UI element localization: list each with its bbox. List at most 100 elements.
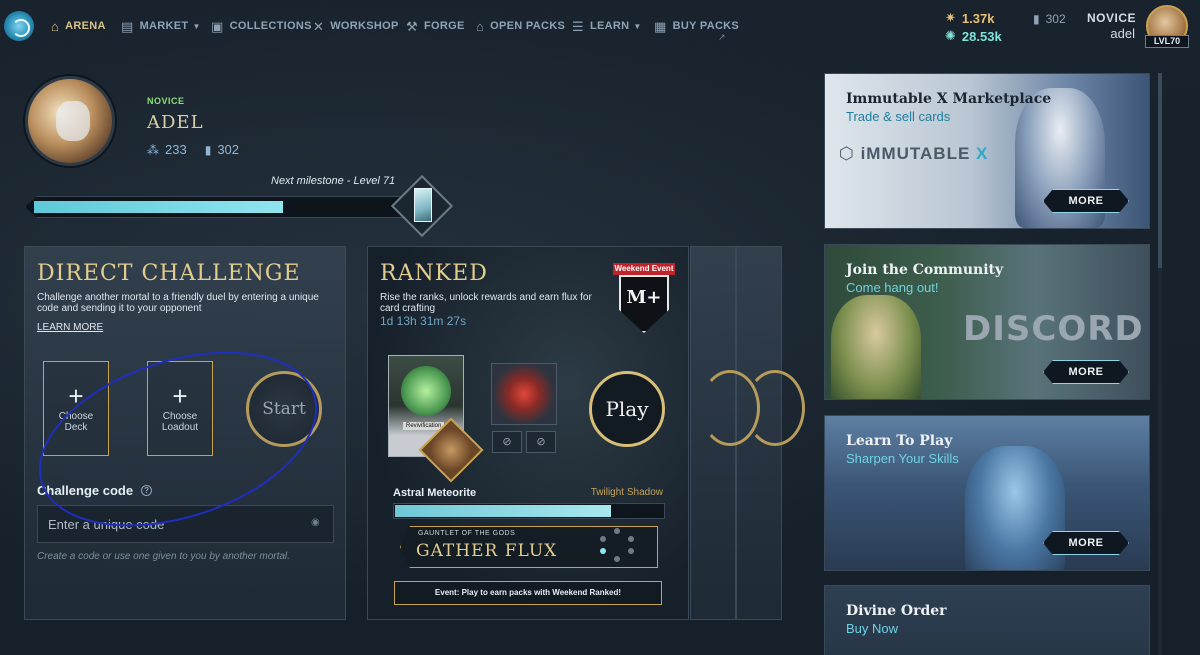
progress-dot bbox=[628, 536, 634, 542]
choose-deck-button[interactable]: + Choose Deck bbox=[43, 361, 109, 456]
event-banner[interactable]: Event: Play to earn packs with Weekend R… bbox=[394, 581, 662, 605]
flux-value: 28.53k bbox=[961, 28, 1002, 44]
nav-item-workshop[interactable]: ✕ WORKSHOP bbox=[313, 18, 399, 34]
promo-subtitle: Come hang out! bbox=[846, 280, 939, 295]
profile-name: ADEL bbox=[147, 112, 204, 133]
buy-packs-icon: ▦ bbox=[654, 18, 667, 34]
promo-discord[interactable]: Join the Community Come hang out! DISCOR… bbox=[824, 244, 1150, 400]
milestone-label: Next milestone - Level 71 bbox=[271, 175, 396, 187]
profile-avatar[interactable] bbox=[25, 76, 115, 166]
nav-item-collections[interactable]: ▣ COLLECTIONS bbox=[211, 18, 312, 34]
progress-dot bbox=[628, 548, 634, 554]
cards-icon: ▮ bbox=[204, 143, 212, 157]
cards-stat: ▮ 302 bbox=[205, 142, 239, 157]
ranked-timer: 1d 13h 31m 27s bbox=[380, 314, 467, 328]
nav-item-arena[interactable]: ⌂ ARENA bbox=[51, 18, 106, 34]
open-packs-icon: ⌂ bbox=[476, 18, 485, 34]
promo-subtitle: Buy Now bbox=[846, 621, 899, 636]
weekend-event-badge: Weekend Event bbox=[613, 263, 675, 275]
immutable-logo-x: X bbox=[976, 144, 989, 163]
choose-loadout-label: Choose Loadout bbox=[161, 410, 199, 433]
level-badge: LVL70 bbox=[1145, 35, 1189, 48]
more-button[interactable]: MORE bbox=[1043, 360, 1129, 384]
deck-name: Astral Meteorite bbox=[393, 487, 477, 499]
nav-item-buy-packs[interactable]: ▦ BUY PACKS bbox=[654, 18, 739, 34]
nav-label: OPEN PACKS bbox=[490, 20, 566, 32]
learn-more-link[interactable]: LEARN MORE bbox=[37, 322, 103, 333]
direct-challenge-panel: DIRECT CHALLENGE Challenge another morta… bbox=[24, 246, 346, 620]
empty-slot-icon[interactable]: ⊘ bbox=[492, 431, 522, 453]
mythic-rank-shield-icon: M+ bbox=[619, 275, 669, 333]
visibility-toggle-icon[interactable]: ◉ bbox=[311, 517, 320, 528]
direct-challenge-title: DIRECT CHALLENGE bbox=[37, 261, 301, 286]
app-logo-icon[interactable] bbox=[4, 11, 34, 41]
ranked-title: RANKED bbox=[380, 261, 488, 286]
profile-rank: NOVICE bbox=[147, 96, 185, 106]
nav-item-forge[interactable]: ⚒ FORGE bbox=[406, 18, 465, 34]
workshop-icon: ✕ bbox=[313, 18, 325, 34]
chevron-down-icon: ▼ bbox=[192, 21, 201, 31]
market-icon: ▤ bbox=[121, 18, 134, 34]
arena-icon: ⌂ bbox=[51, 18, 60, 34]
challenge-code-input[interactable] bbox=[37, 505, 334, 543]
warrior-artwork bbox=[965, 446, 1065, 570]
help-icon[interactable]: ? bbox=[141, 485, 153, 496]
stacked-play-ring-icon bbox=[745, 370, 805, 446]
gauntlet-subtitle: GAUNTLET OF THE GODS bbox=[418, 530, 516, 537]
nav-label: MARKET bbox=[139, 20, 189, 32]
ranked-panel: RANKED Rise the ranks, unlock rewards an… bbox=[367, 246, 689, 620]
nav-label: ARENA bbox=[65, 20, 106, 32]
discord-logo: DISCORD bbox=[963, 309, 1144, 349]
nav-label: LEARN bbox=[589, 20, 630, 32]
nav-label: FORGE bbox=[423, 20, 465, 32]
promo-title: Divine Order bbox=[846, 603, 947, 619]
cards-value: 302 bbox=[217, 142, 240, 157]
gold-counter: ✷ 1.37k bbox=[945, 9, 1002, 27]
choose-loadout-button[interactable]: + Choose Loadout bbox=[147, 361, 213, 456]
immutable-logo-text: iMMUTABLE bbox=[860, 144, 971, 163]
more-button[interactable]: MORE bbox=[1043, 189, 1129, 213]
promo-learn-to-play[interactable]: Learn To Play Sharpen Your Skills MORE bbox=[824, 415, 1150, 571]
start-button[interactable]: Start bbox=[246, 371, 322, 447]
promo-scrollbar-thumb[interactable] bbox=[1158, 73, 1162, 268]
deck-alt-name: Twilight Shadow bbox=[590, 487, 663, 498]
resource-counters: ✷ 1.37k ✺ 28.53k bbox=[945, 9, 1002, 45]
promo-title: Immutable X Marketplace bbox=[846, 91, 1052, 107]
nav-label: BUY PACKS bbox=[672, 20, 740, 32]
progress-dot bbox=[614, 528, 620, 534]
card-count: ▮ 302 bbox=[1033, 12, 1066, 26]
more-button[interactable]: MORE bbox=[1043, 531, 1129, 555]
plus-icon: + bbox=[172, 380, 188, 411]
nav-label: COLLECTIONS bbox=[229, 20, 312, 32]
gauntlet-title: GATHER FLUX bbox=[416, 541, 558, 561]
loadout-cosmetic[interactable] bbox=[491, 363, 557, 425]
ranked-description: Rise the ranks, unlock rewards and earn … bbox=[380, 292, 592, 314]
progress-dot-active bbox=[600, 548, 606, 554]
nav-item-market[interactable]: ▤ MARKET ▼ bbox=[121, 18, 201, 34]
immutable-logo-icon: ⬡ bbox=[839, 144, 861, 163]
nav-item-open-packs[interactable]: ⌂ OPEN PACKS bbox=[476, 18, 565, 34]
flux-counter: ✺ 28.53k bbox=[945, 27, 1002, 45]
flux-icon: ✺ bbox=[945, 28, 956, 43]
ranked-progress-fill bbox=[395, 505, 611, 517]
nav-item-learn[interactable]: ☰ LEARN ▼ bbox=[572, 18, 642, 34]
milestone-reward-card-icon bbox=[414, 188, 432, 222]
play-button[interactable]: Play bbox=[589, 371, 665, 447]
gold-value: 1.37k bbox=[961, 10, 995, 26]
promo-divine-order[interactable]: Divine Order Buy Now bbox=[824, 585, 1150, 655]
wins-stat: ⁂ 233 bbox=[147, 142, 187, 157]
empty-slot-icon[interactable]: ⊘ bbox=[526, 431, 556, 453]
direct-challenge-description: Challenge another mortal to a friendly d… bbox=[37, 292, 319, 314]
wins-value: 233 bbox=[165, 142, 187, 157]
gauntlet-progress-dots bbox=[600, 528, 640, 564]
challenge-code-hint: Create a code or use one given to you by… bbox=[37, 551, 290, 562]
elf-artwork bbox=[831, 295, 921, 399]
top-navigation: ⌂ ARENA ▤ MARKET ▼ ▣ COLLECTIONS ✕ WORKS… bbox=[0, 0, 1200, 52]
chevron-down-icon: ▼ bbox=[633, 21, 642, 31]
promo-title: Join the Community bbox=[846, 262, 1004, 278]
promo-immutable[interactable]: Immutable X Marketplace Trade & sell car… bbox=[824, 73, 1150, 229]
collections-icon: ▣ bbox=[211, 18, 224, 34]
external-link-icon: ↗ bbox=[718, 32, 726, 42]
promo-title: Learn To Play bbox=[846, 433, 953, 449]
card-count-value: 302 bbox=[1045, 12, 1066, 26]
